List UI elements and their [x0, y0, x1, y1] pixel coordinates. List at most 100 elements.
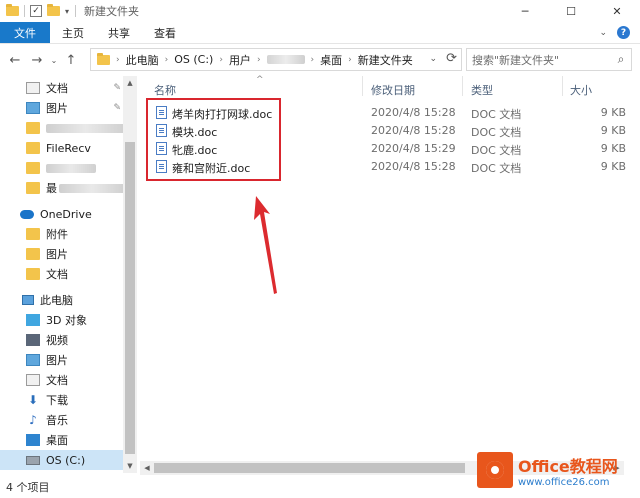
sidebar-item-label: 图片 — [46, 354, 68, 367]
drive-icon — [26, 455, 40, 465]
chevron-right-icon[interactable]: › — [311, 55, 315, 65]
help-icon[interactable]: ? — [617, 26, 630, 39]
sidebar-item-videos[interactable]: 视频 — [0, 330, 125, 350]
ribbon-tabs: 文件 主页 共享 查看 ⌄ ? — [0, 22, 640, 44]
sidebar-item-onedrive-documents[interactable]: 文档 — [0, 264, 125, 284]
address-folder-icon — [97, 52, 110, 65]
maximize-button[interactable]: ☐ — [548, 0, 594, 22]
sort-ascending-icon: ^ — [256, 75, 264, 85]
sidebar-item-pc-pictures[interactable]: 图片 — [0, 350, 125, 370]
onedrive-icon — [20, 209, 34, 219]
breadcrumb-new-folder[interactable]: 新建文件夹 — [358, 52, 413, 68]
ribbon-right: ⌄ ? — [599, 22, 640, 43]
file-type: DOC 文档 — [471, 162, 522, 175]
quick-access-toolbar: ✓ ▾ — [0, 4, 69, 17]
sidebar-item-blurred-3[interactable]: 最 — [0, 178, 125, 198]
sidebar-item-desktop[interactable]: 桌面 — [0, 430, 125, 450]
chevron-right-icon[interactable]: › — [219, 55, 223, 65]
sidebar-item-onedrive-pictures[interactable]: 图片 — [0, 244, 125, 264]
sidebar-item-filerecv[interactable]: FileRecv — [0, 138, 125, 158]
blurred-label — [46, 123, 125, 133]
column-header-date[interactable]: 修改日期 — [371, 82, 415, 98]
sidebar-item-music[interactable]: ♪ 音乐 — [0, 410, 125, 430]
chevron-right-icon[interactable]: › — [348, 55, 352, 65]
folder-icon — [26, 248, 40, 260]
search-input[interactable]: 搜索"新建文件夹" — [472, 52, 611, 68]
sidebar-item-label: OneDrive — [40, 207, 92, 221]
file-date: 2020/4/8 15:28 — [371, 124, 456, 137]
sidebar-item-pictures[interactable]: 图片 ✎ — [0, 98, 125, 118]
3d-objects-icon — [26, 314, 40, 326]
folder-icon — [6, 4, 19, 16]
sidebar-item-downloads[interactable]: ⬇ 下载 — [0, 390, 125, 410]
search-icon[interactable]: ⌕ — [611, 52, 631, 67]
folder-icon — [26, 268, 40, 280]
title-bar: ✓ ▾ 新建文件夹 ─ ☐ ✕ — [0, 0, 640, 22]
sidebar-scrollbar[interactable]: ▲ ▼ — [123, 76, 137, 473]
column-header-size[interactable]: 大小 — [570, 82, 592, 98]
sidebar-item-3d-objects[interactable]: 3D 对象 — [0, 310, 125, 330]
forward-button[interactable]: → — [26, 53, 48, 68]
scroll-left-icon[interactable]: ◀ — [140, 461, 154, 475]
column-header-name[interactable]: 名称 — [154, 82, 176, 98]
chevron-right-icon[interactable]: › — [165, 55, 169, 65]
search-box[interactable]: 搜索"新建文件夹" ⌕ — [466, 48, 632, 71]
up-button[interactable]: ↑ — [60, 53, 82, 68]
address-bar[interactable]: › 此电脑 › OS (C:) › 用户 › › 桌面 › 新建文件夹 ⌄ ⟳ — [90, 48, 462, 71]
column-divider[interactable] — [462, 76, 463, 96]
sidebar-item-documents[interactable]: 文档 ✎ — [0, 78, 125, 98]
expand-ribbon-icon[interactable]: ⌄ — [599, 28, 607, 38]
recent-locations-button[interactable]: ⌄ — [48, 56, 60, 65]
sidebar-item-label: 最 — [46, 182, 57, 195]
tab-view[interactable]: 查看 — [142, 22, 188, 43]
breadcrumb-this-pc[interactable]: 此电脑 — [126, 52, 159, 68]
tab-share[interactable]: 共享 — [96, 22, 142, 43]
chevron-right-icon[interactable]: › — [116, 55, 120, 65]
blurred-label — [59, 183, 125, 193]
navigation-pane: 文档 ✎ 图片 ✎ FileRecv 最 OneDrive 附件 图片 文档 此… — [0, 76, 137, 476]
scroll-up-icon[interactable]: ▲ — [123, 76, 137, 90]
scrollbar-thumb[interactable] — [125, 142, 135, 454]
sidebar-item-label: 文档 — [46, 268, 68, 281]
folder-icon — [26, 182, 40, 194]
new-folder-icon[interactable] — [47, 4, 60, 16]
customize-toolbar-icon[interactable]: ▾ — [65, 7, 69, 16]
sidebar-item-blurred-1[interactable] — [0, 118, 125, 138]
file-size: 9 KB — [600, 160, 626, 173]
office-logo-icon — [477, 452, 513, 488]
sidebar-item-label: 下载 — [46, 394, 68, 407]
sidebar-item-pc-documents[interactable]: 文档 — [0, 370, 125, 390]
close-button[interactable]: ✕ — [594, 0, 640, 22]
scroll-down-icon[interactable]: ▼ — [123, 459, 137, 473]
breadcrumb-desktop[interactable]: 桌面 — [320, 52, 342, 68]
file-date: 2020/4/8 15:29 — [371, 142, 456, 155]
sidebar-item-blurred-2[interactable] — [0, 158, 125, 178]
scrollbar-thumb[interactable] — [154, 463, 465, 473]
properties-icon[interactable]: ✓ — [30, 5, 42, 17]
breadcrumb-users[interactable]: 用户 — [229, 52, 251, 68]
tab-home[interactable]: 主页 — [50, 22, 96, 43]
minimize-button[interactable]: ─ — [502, 0, 548, 22]
breadcrumb-drive[interactable]: OS (C:) — [174, 53, 213, 66]
folder-icon — [26, 122, 40, 134]
sidebar-item-label: 文档 — [46, 374, 68, 387]
sidebar-item-label: 桌面 — [46, 434, 68, 447]
sidebar-item-attachments[interactable]: 附件 — [0, 224, 125, 244]
folder-icon — [26, 162, 40, 174]
file-size: 9 KB — [600, 142, 626, 155]
sidebar-item-os-drive[interactable]: OS (C:) — [0, 450, 125, 470]
refresh-icon[interactable]: ⟳ — [446, 51, 457, 66]
column-divider[interactable] — [362, 76, 363, 96]
address-history-icon[interactable]: ⌄ — [429, 54, 437, 64]
sidebar-item-label: 此电脑 — [40, 294, 73, 307]
column-divider[interactable] — [562, 76, 563, 96]
chevron-right-icon[interactable]: › — [257, 55, 261, 65]
column-header-type[interactable]: 类型 — [471, 82, 493, 98]
file-type: DOC 文档 — [471, 144, 522, 157]
watermark-url: www.office26.com — [518, 476, 610, 488]
sidebar-item-this-pc[interactable]: 此电脑 — [0, 290, 125, 310]
tab-file[interactable]: 文件 — [0, 22, 50, 43]
documents-icon — [26, 374, 40, 386]
sidebar-item-onedrive[interactable]: OneDrive — [0, 204, 125, 224]
back-button[interactable]: ← — [4, 53, 26, 68]
